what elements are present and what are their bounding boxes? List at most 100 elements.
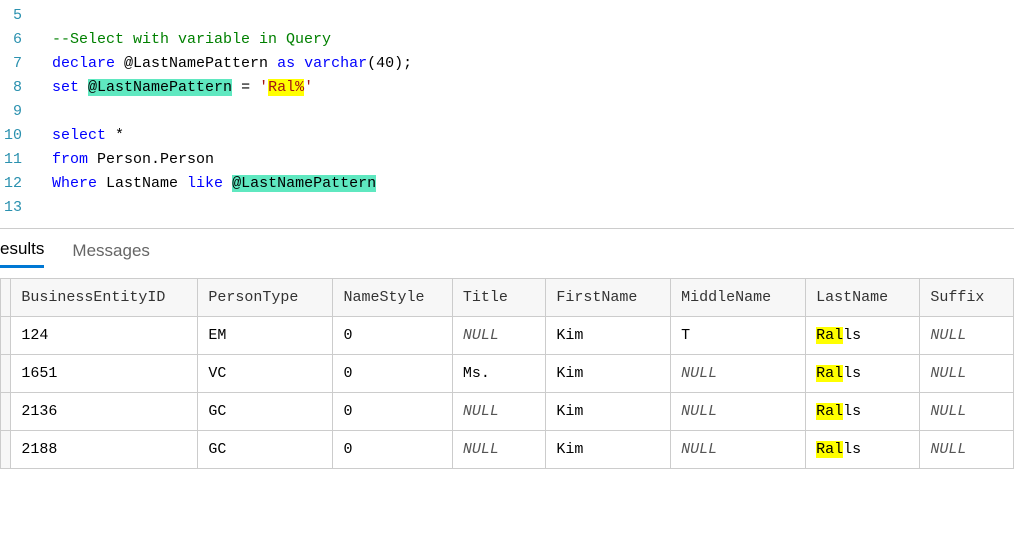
code-line[interactable] <box>30 196 1014 220</box>
column-header[interactable]: LastName <box>806 279 920 317</box>
code-line[interactable]: select * <box>30 124 1014 148</box>
table-cell[interactable]: Ms. <box>452 355 546 393</box>
table-row[interactable]: 2188GC0NULLKimNULLRallsNULL <box>1 431 1014 469</box>
line-number: 7 <box>0 52 22 76</box>
column-header[interactable]: BusinessEntityID <box>11 279 198 317</box>
tab-results[interactable]: esults <box>0 239 44 268</box>
table-cell[interactable]: 0 <box>333 431 452 469</box>
table-cell[interactable]: Kim <box>546 355 671 393</box>
code-token <box>268 55 277 72</box>
code-token: ( <box>367 55 376 72</box>
table-cell[interactable]: NULL <box>920 317 1014 355</box>
line-number: 6 <box>0 28 22 52</box>
table-cell[interactable]: 0 <box>333 317 452 355</box>
line-number: 12 <box>0 172 22 196</box>
table-cell[interactable]: 2188 <box>11 431 198 469</box>
line-number: 11 <box>0 148 22 172</box>
results-grid[interactable]: BusinessEntityIDPersonTypeNameStyleTitle… <box>0 278 1014 469</box>
code-token: declare <box>52 55 115 72</box>
code-line[interactable]: --Select with variable in Query <box>30 28 1014 52</box>
table-cell[interactable]: NULL <box>671 431 806 469</box>
table-cell[interactable]: 0 <box>333 393 452 431</box>
table-cell[interactable]: NULL <box>671 355 806 393</box>
row-selector[interactable] <box>1 355 11 393</box>
null-value: NULL <box>681 365 717 382</box>
table-cell[interactable]: 1651 <box>11 355 198 393</box>
column-header[interactable]: Title <box>452 279 546 317</box>
null-value: NULL <box>930 327 966 344</box>
column-header[interactable]: FirstName <box>546 279 671 317</box>
column-header[interactable]: NameStyle <box>333 279 452 317</box>
code-line[interactable]: declare @LastNamePattern as varchar(40); <box>30 52 1014 76</box>
row-selector[interactable] <box>1 431 11 469</box>
table-cell[interactable]: GC <box>198 431 333 469</box>
code-token: set <box>52 79 79 96</box>
code-token: ' <box>259 79 268 96</box>
code-line[interactable]: Where LastName like @LastNamePattern <box>30 172 1014 196</box>
code-token <box>79 79 88 96</box>
tab-messages[interactable]: Messages <box>72 241 149 267</box>
code-token <box>223 175 232 192</box>
code-token: ); <box>394 55 412 72</box>
highlight-match: Ral <box>816 403 843 420</box>
column-header[interactable]: Suffix <box>920 279 1014 317</box>
table-cell[interactable]: Ralls <box>806 393 920 431</box>
line-number: 10 <box>0 124 22 148</box>
code-editor[interactable]: 5678910111213 --Select with variable in … <box>0 0 1014 220</box>
null-value: NULL <box>463 403 499 420</box>
table-cell[interactable]: T <box>671 317 806 355</box>
null-value: NULL <box>930 403 966 420</box>
table-cell[interactable]: NULL <box>920 355 1014 393</box>
table-cell[interactable]: VC <box>198 355 333 393</box>
code-line[interactable]: set @LastNamePattern = 'Ral%' <box>30 76 1014 100</box>
code-token: @LastNamePattern <box>88 79 232 96</box>
table-row[interactable]: 1651VC0Ms.Kim NULL Ralls NULL <box>1 355 1014 393</box>
code-token: select <box>52 127 106 144</box>
highlight-match: Ral <box>816 441 843 458</box>
code-token: @LastNamePattern <box>124 55 268 72</box>
table-cell[interactable]: 0 <box>333 355 452 393</box>
highlight-match: Ral <box>816 327 843 344</box>
row-selector[interactable] <box>1 317 11 355</box>
table-row[interactable]: 2136GC0 NULL Kim NULL Ralls NULL <box>1 393 1014 431</box>
table-cell[interactable]: NULL <box>671 393 806 431</box>
table-cell[interactable]: Ralls <box>806 317 920 355</box>
row-selector[interactable] <box>1 393 11 431</box>
table-cell[interactable]: Kim <box>546 393 671 431</box>
table-cell[interactable]: GC <box>198 393 333 431</box>
table-cell[interactable]: Ralls <box>806 431 920 469</box>
table-cell[interactable]: Kim <box>546 431 671 469</box>
table-row[interactable]: 124EM0NULLKimTRallsNULL <box>1 317 1014 355</box>
code-token: like <box>187 175 223 192</box>
column-header[interactable]: MiddleName <box>671 279 806 317</box>
code-token: varchar <box>304 55 367 72</box>
code-line[interactable] <box>30 4 1014 28</box>
results-header-row: BusinessEntityIDPersonTypeNameStyleTitle… <box>1 279 1014 317</box>
highlight-match: Ral <box>816 365 843 382</box>
result-tabs: esults Messages <box>0 229 1014 268</box>
table-cell[interactable]: NULL <box>920 393 1014 431</box>
column-header[interactable]: PersonType <box>198 279 333 317</box>
table-cell[interactable]: Kim <box>546 317 671 355</box>
code-token: 40 <box>376 55 394 72</box>
line-number: 8 <box>0 76 22 100</box>
table-cell[interactable]: EM <box>198 317 333 355</box>
line-number: 5 <box>0 4 22 28</box>
code-area[interactable]: --Select with variable in Querydeclare @… <box>30 4 1014 220</box>
null-value: NULL <box>930 365 966 382</box>
code-line[interactable]: from Person.Person <box>30 148 1014 172</box>
table-cell[interactable]: NULL <box>452 393 546 431</box>
table-cell[interactable]: NULL <box>452 431 546 469</box>
null-value: NULL <box>930 441 966 458</box>
code-token: = <box>232 79 259 96</box>
code-token: Ral% <box>268 79 304 96</box>
table-cell[interactable]: NULL <box>920 431 1014 469</box>
code-line[interactable] <box>30 100 1014 124</box>
table-cell[interactable]: 124 <box>11 317 198 355</box>
table-cell[interactable]: 2136 <box>11 393 198 431</box>
table-cell[interactable]: NULL <box>452 317 546 355</box>
code-token <box>295 55 304 72</box>
code-token: * <box>106 127 124 144</box>
null-value: NULL <box>681 403 717 420</box>
table-cell[interactable]: Ralls <box>806 355 920 393</box>
